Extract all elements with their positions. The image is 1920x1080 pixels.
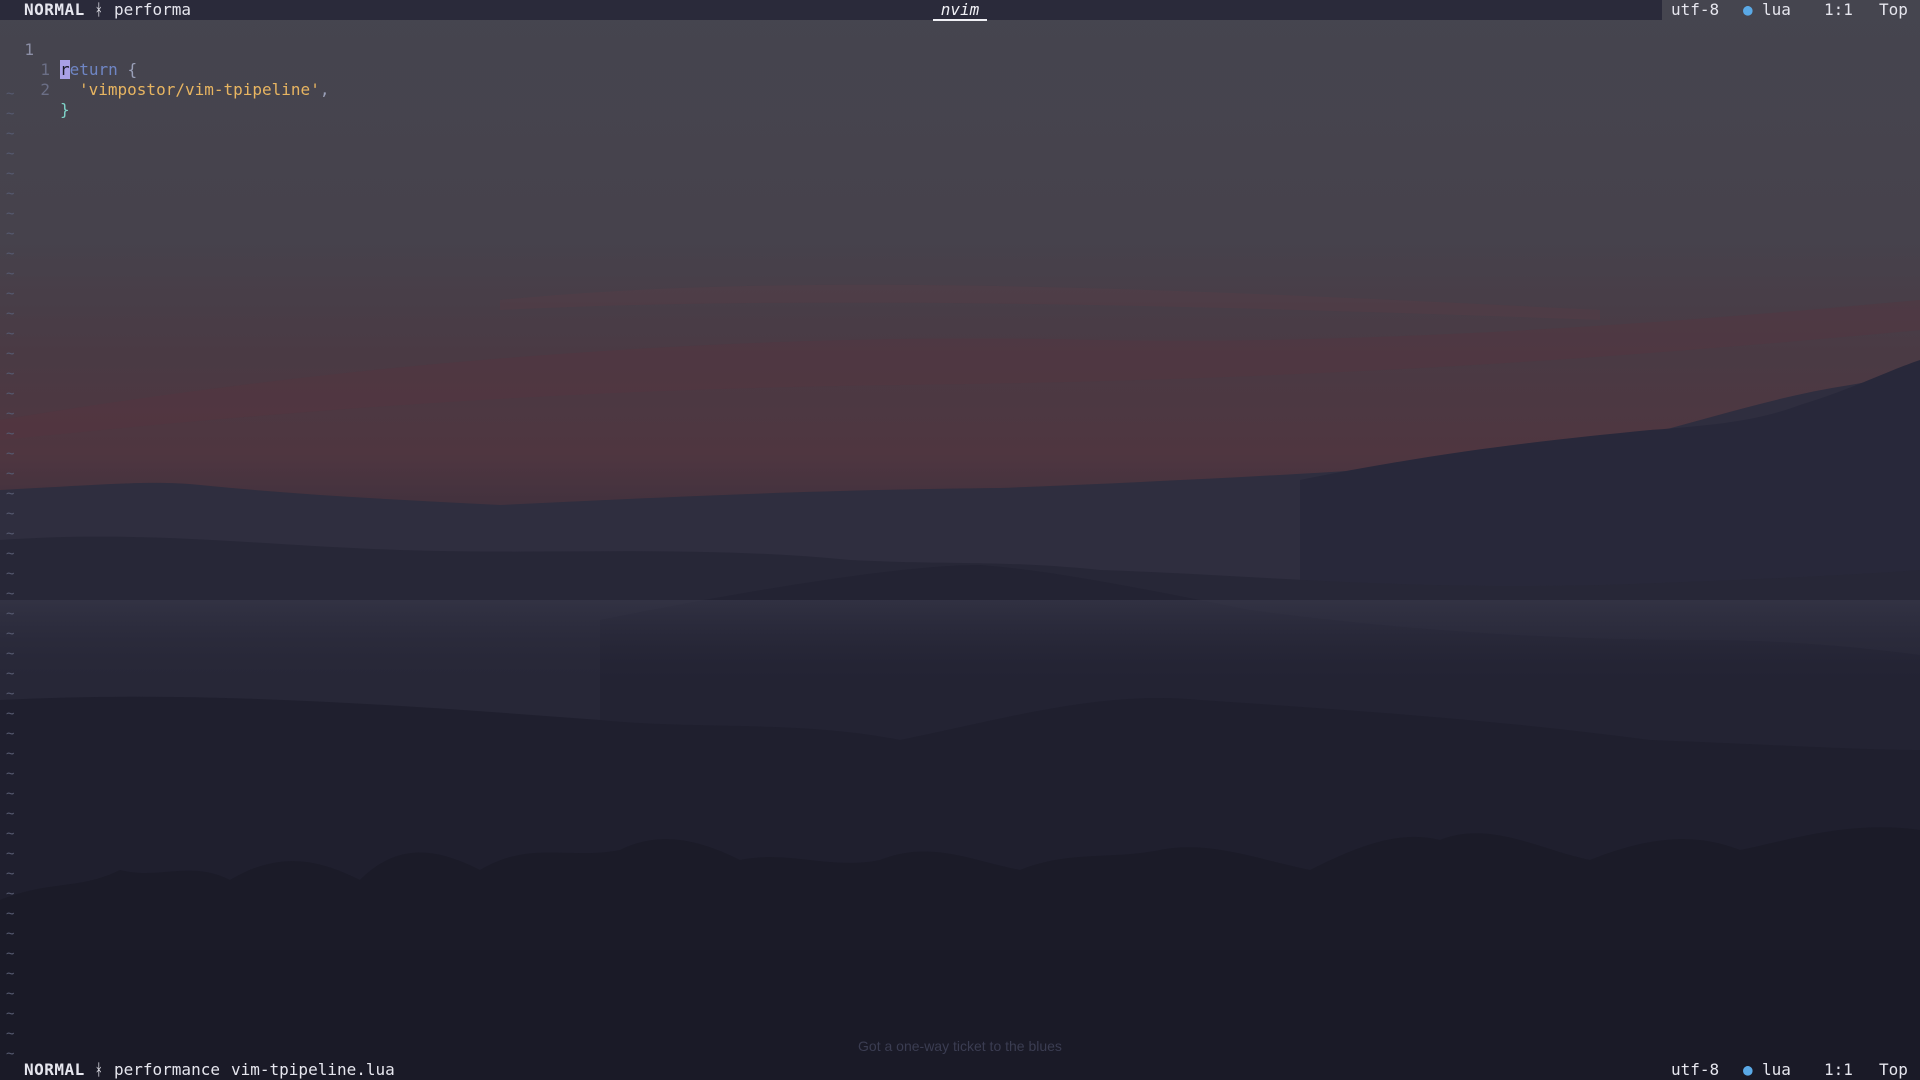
cursor-position: 1:1 xyxy=(1824,0,1853,19)
keyword-return: eturn xyxy=(69,60,118,79)
empty-line-tilde: ~ xyxy=(6,246,15,262)
empty-line-tilde: ~ xyxy=(6,786,15,802)
empty-line-tilde: ~ xyxy=(6,126,15,142)
code-text: return { xyxy=(60,60,137,80)
close-brace: } xyxy=(60,100,70,119)
empty-line-tilde: ~ xyxy=(6,546,15,562)
empty-line-tilde: ~ xyxy=(6,166,15,182)
empty-line-tilde: ~ xyxy=(6,926,15,942)
empty-line-tilde: ~ xyxy=(6,406,15,422)
empty-line-tilde: ~ xyxy=(6,486,15,502)
cursor-position: 1:1 xyxy=(1824,1060,1853,1079)
empty-line-tilde: ~ xyxy=(6,266,15,282)
empty-line-tilde: ~ xyxy=(6,226,15,242)
empty-line-tilde: ~ xyxy=(6,106,15,122)
screen: NORMAL ᚼ performa nvim utf-8 ● lua 1:1 T… xyxy=(0,0,1920,1080)
empty-line-tilde: ~ xyxy=(6,846,15,862)
file-type: lua xyxy=(1762,0,1791,19)
window-title: nvim xyxy=(0,0,1920,21)
file-encoding: utf-8 xyxy=(1671,1060,1720,1079)
empty-line-tilde: ~ xyxy=(6,626,15,642)
empty-line-tilde: ~ xyxy=(6,446,15,462)
window-title-text: nvim xyxy=(932,0,988,21)
empty-line-tilde: ~ xyxy=(6,506,15,522)
empty-line-tilde: ~ xyxy=(6,646,15,662)
empty-line-tilde: ~ xyxy=(6,726,15,742)
empty-line-tilde: ~ xyxy=(6,1006,15,1022)
scroll-position: Top xyxy=(1879,1060,1908,1079)
empty-line-tilde: ~ xyxy=(6,706,15,722)
empty-line-tilde: ~ xyxy=(6,766,15,782)
file-name: vim-tpipeline.lua xyxy=(231,1060,395,1079)
bottom-status-line: NORMAL ᚼ performance vim-tpipeline.lua u… xyxy=(0,1060,1920,1080)
code-line[interactable]: 1 'vimpostor/vim-tpipeline', xyxy=(0,40,329,99)
lua-icon: ● xyxy=(1743,1060,1753,1079)
empty-line-tilde: ~ xyxy=(6,206,15,222)
empty-line-tilde: ~ xyxy=(6,806,15,822)
open-brace: { xyxy=(117,60,138,79)
empty-line-tilde: ~ xyxy=(6,906,15,922)
empty-line-tilde: ~ xyxy=(6,866,15,882)
empty-line-tilde: ~ xyxy=(6,386,15,402)
empty-line-tilde: ~ xyxy=(6,886,15,902)
empty-line-tilde: ~ xyxy=(6,426,15,442)
empty-line-tilde: ~ xyxy=(6,966,15,982)
branch-name: performance xyxy=(114,1060,220,1079)
empty-line-tilde: ~ xyxy=(6,586,15,602)
editor-buffer[interactable]: 1 return { 1 'vimpostor/vim-tpipeline', … xyxy=(0,20,1920,1062)
cursor: r xyxy=(60,60,70,79)
line-number: 2 xyxy=(40,80,50,99)
code-line[interactable]: 2 } xyxy=(0,60,69,119)
empty-line-tilde: ~ xyxy=(6,86,15,102)
file-type: lua xyxy=(1762,1060,1791,1079)
empty-line-tilde: ~ xyxy=(6,746,15,762)
empty-line-tilde: ~ xyxy=(6,526,15,542)
empty-line-tilde: ~ xyxy=(6,286,15,302)
empty-line-tilde: ~ xyxy=(6,466,15,482)
git-branch-icon: ᚼ xyxy=(94,1060,104,1079)
empty-line-tilde: ~ xyxy=(6,606,15,622)
empty-line-tilde: ~ xyxy=(6,566,15,582)
mode-indicator: NORMAL xyxy=(24,1060,85,1079)
empty-line-tilde: ~ xyxy=(6,146,15,162)
empty-line-tilde: ~ xyxy=(6,826,15,842)
wallpaper-quote: Got a one-way ticket to the blues xyxy=(858,1038,1062,1054)
comma: , xyxy=(319,80,330,99)
empty-line-tilde: ~ xyxy=(6,186,15,202)
empty-line-tilde: ~ xyxy=(6,986,15,1002)
empty-line-tilde: ~ xyxy=(6,346,15,362)
empty-line-tilde: ~ xyxy=(6,666,15,682)
file-encoding: utf-8 xyxy=(1671,0,1720,19)
code-line[interactable]: 1 return { xyxy=(0,20,137,79)
code-text: } xyxy=(60,100,70,120)
empty-line-tilde: ~ xyxy=(6,326,15,342)
empty-line-tilde: ~ xyxy=(6,306,15,322)
empty-line-tilde: ~ xyxy=(6,366,15,382)
top-status-line: NORMAL ᚼ performa nvim utf-8 ● lua 1:1 T… xyxy=(0,0,1920,21)
lua-icon: ● xyxy=(1743,0,1753,19)
code-text: 'vimpostor/vim-tpipeline', xyxy=(79,80,329,100)
empty-line-tilde: ~ xyxy=(6,946,15,962)
string-literal: 'vimpostor/vim-tpipeline' xyxy=(79,80,320,99)
scroll-position: Top xyxy=(1879,0,1908,19)
empty-line-tilde: ~ xyxy=(6,686,15,702)
